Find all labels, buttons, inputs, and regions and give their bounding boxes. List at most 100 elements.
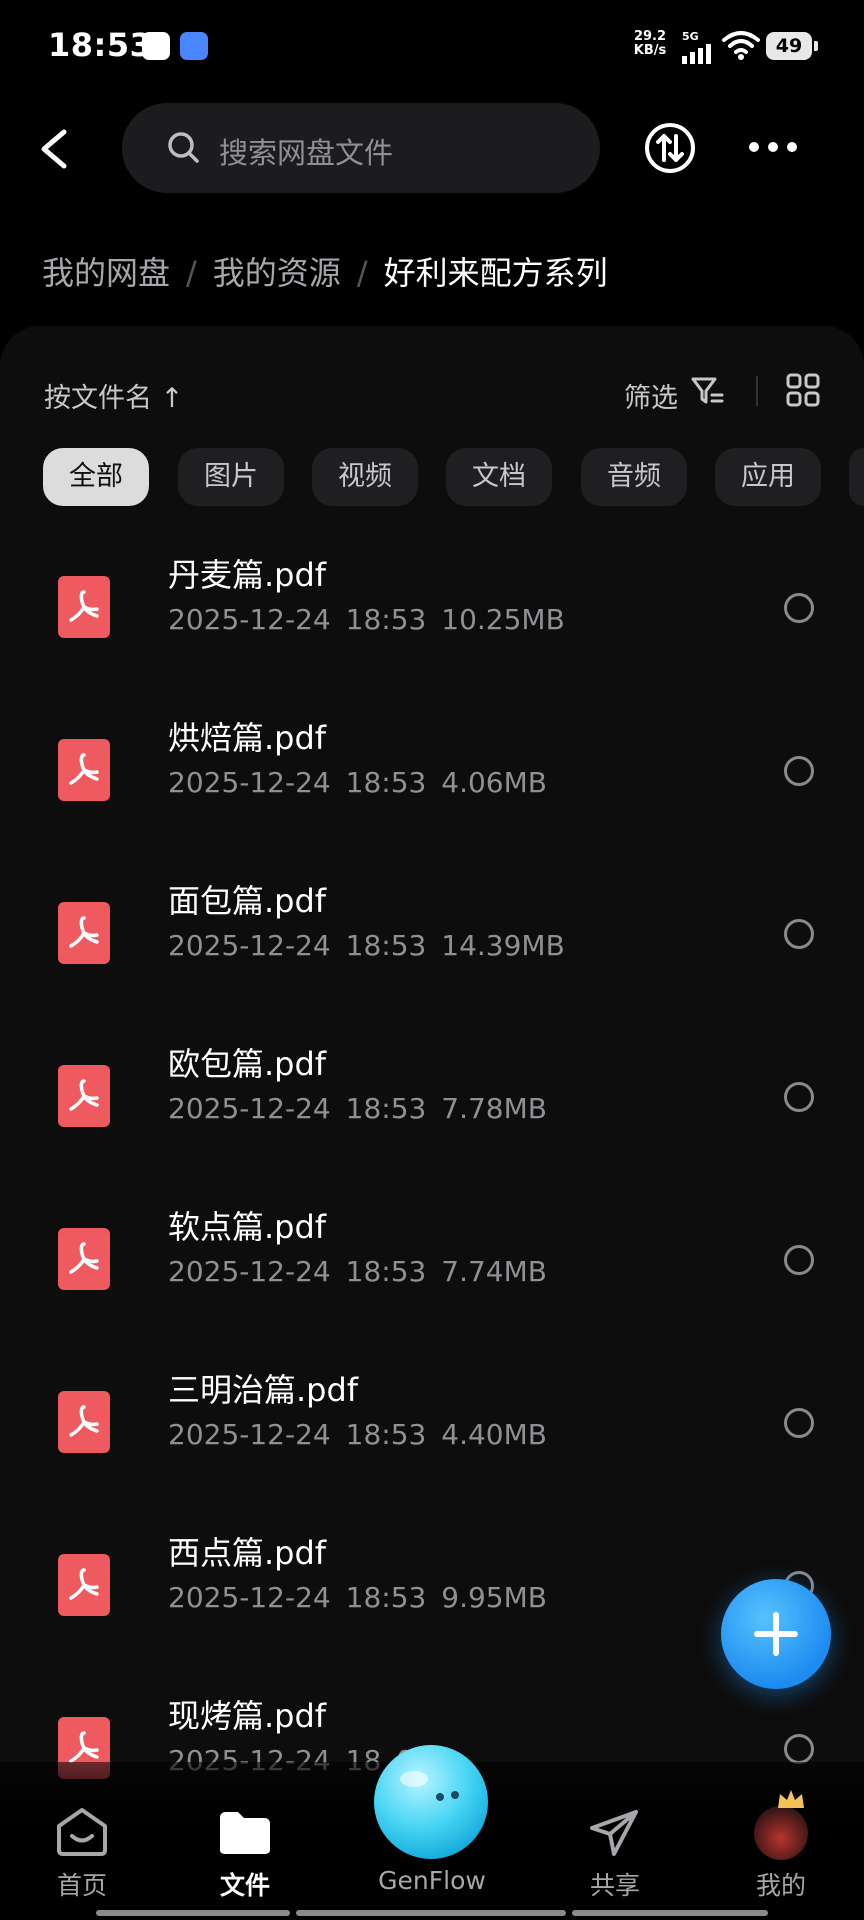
home-indicator bbox=[96, 1910, 768, 1916]
file-date: 2025-12-24 bbox=[168, 1581, 331, 1614]
folder-icon[interactable] bbox=[218, 1810, 272, 1856]
file-size: 7.74MB bbox=[441, 1255, 547, 1288]
select-radio[interactable] bbox=[784, 1734, 814, 1764]
breadcrumb-item[interactable]: 我的网盘 bbox=[42, 254, 170, 292]
file-size: 7.78MB bbox=[441, 1092, 547, 1125]
file-row[interactable]: 欧包篇.pdf 2025-12-24 18:53 7.78MB bbox=[0, 1029, 864, 1192]
search-icon bbox=[168, 132, 199, 163]
file-row[interactable]: 面包篇.pdf 2025-12-24 18:53 14.39MB bbox=[0, 866, 864, 1029]
file-name: 面包篇.pdf bbox=[168, 882, 327, 920]
pdf-file-icon bbox=[58, 1065, 110, 1127]
plus-icon bbox=[754, 1612, 798, 1656]
breadcrumb-separator: / bbox=[356, 254, 368, 292]
file-size: 9.95MB bbox=[441, 1581, 547, 1614]
nav-profile-label[interactable]: 我的 bbox=[721, 1866, 841, 1902]
pdf-file-icon bbox=[58, 739, 110, 801]
file-meta: 2025-12-24 18:53 7.74MB bbox=[168, 1255, 547, 1288]
toolbar-divider bbox=[756, 376, 758, 406]
select-radio[interactable] bbox=[784, 1245, 814, 1275]
network-speed-value: 29.2 bbox=[633, 29, 667, 44]
file-date: 2025-12-24 bbox=[168, 766, 331, 799]
file-name: 西点篇.pdf bbox=[168, 1534, 327, 1572]
file-time: 18:53 bbox=[345, 929, 427, 962]
chip-more-partial[interactable] bbox=[849, 448, 864, 506]
file-meta: 2025-12-24 18:53 4.06MB bbox=[168, 766, 547, 799]
file-date: 2025-12-24 bbox=[168, 603, 331, 636]
pdf-file-icon bbox=[58, 902, 110, 964]
notification-app-icon bbox=[180, 32, 208, 60]
file-size: 14.39MB bbox=[441, 929, 565, 962]
notification-app-icon bbox=[142, 32, 170, 60]
file-time: 18:53 bbox=[345, 766, 427, 799]
nav-home-label[interactable]: 首页 bbox=[22, 1866, 142, 1902]
add-button[interactable] bbox=[721, 1579, 831, 1689]
file-meta: 2025-12-24 18:53 10.25MB bbox=[168, 603, 565, 636]
file-time: 18:53 bbox=[345, 1418, 427, 1451]
sort-button[interactable]: 按文件名 ↑ bbox=[44, 376, 183, 415]
chip-apps[interactable]: 应用 bbox=[715, 448, 821, 506]
file-name: 烘焙篇.pdf bbox=[168, 719, 327, 757]
back-button[interactable] bbox=[30, 118, 80, 180]
file-meta: 2025-12-24 18:53 4.40MB bbox=[168, 1418, 547, 1451]
file-row[interactable]: 三明治篇.pdf 2025-12-24 18:53 4.40MB bbox=[0, 1355, 864, 1518]
file-date: 2025-12-24 bbox=[168, 929, 331, 962]
network-speed: 29.2 KB/s bbox=[630, 30, 670, 58]
chip-videos[interactable]: 视频 bbox=[312, 448, 418, 506]
breadcrumb-item[interactable]: 我的资源 bbox=[213, 254, 341, 292]
file-name: 丹麦篇.pdf bbox=[168, 556, 327, 594]
signal-icon bbox=[682, 44, 711, 64]
chip-images[interactable]: 图片 bbox=[178, 448, 284, 506]
status-time: 18:53 bbox=[48, 26, 153, 64]
select-radio[interactable] bbox=[784, 593, 814, 623]
search-placeholder: 搜索网盘文件 bbox=[219, 136, 394, 170]
file-size: 4.40MB bbox=[441, 1418, 547, 1451]
breadcrumb-separator: / bbox=[186, 254, 197, 292]
battery-indicator: 49 bbox=[766, 32, 818, 60]
chip-documents[interactable]: 文档 bbox=[446, 448, 552, 506]
file-time: 18:53 bbox=[345, 603, 427, 636]
file-time: 18:53 bbox=[345, 1255, 427, 1288]
wifi-icon bbox=[722, 31, 760, 60]
file-name: 现烤篇.pdf bbox=[168, 1697, 327, 1735]
file-date: 2025-12-24 bbox=[168, 1418, 331, 1451]
select-radio[interactable] bbox=[784, 756, 814, 786]
profile-avatar[interactable] bbox=[754, 1806, 808, 1860]
file-time: 18:53 bbox=[345, 1092, 427, 1125]
grid-view-toggle[interactable] bbox=[786, 373, 820, 407]
chip-audio[interactable]: 音频 bbox=[581, 448, 687, 506]
file-name: 三明治篇.pdf bbox=[168, 1371, 359, 1409]
pdf-file-icon bbox=[58, 576, 110, 638]
nav-files-label[interactable]: 文件 bbox=[185, 1866, 305, 1902]
file-meta: 2025-12-24 18:53 9.95MB bbox=[168, 1581, 547, 1614]
transfer-list-button[interactable] bbox=[644, 122, 696, 174]
file-row[interactable]: 软点篇.pdf 2025-12-24 18:53 7.74MB bbox=[0, 1192, 864, 1355]
file-time: 18:53 bbox=[345, 1581, 427, 1614]
more-options-button[interactable] bbox=[746, 132, 800, 162]
crown-icon bbox=[778, 1790, 804, 1808]
genflow-orb-icon[interactable] bbox=[374, 1745, 488, 1859]
filter-button[interactable]: 筛选 bbox=[624, 376, 678, 415]
home-icon[interactable] bbox=[55, 1806, 109, 1858]
pdf-file-icon bbox=[58, 1228, 110, 1290]
network-type: 5G bbox=[682, 30, 699, 43]
select-radio[interactable] bbox=[784, 919, 814, 949]
breadcrumb-current: 好利来配方系列 bbox=[383, 254, 608, 292]
pdf-file-icon bbox=[58, 1554, 110, 1616]
share-send-icon[interactable] bbox=[588, 1808, 640, 1858]
select-radio[interactable] bbox=[784, 1408, 814, 1438]
file-meta: 2025-12-24 18:53 7.78MB bbox=[168, 1092, 547, 1125]
file-size: 10.25MB bbox=[441, 603, 565, 636]
file-size: 4.06MB bbox=[441, 766, 547, 799]
file-row[interactable]: 丹麦篇.pdf 2025-12-24 18:53 10.25MB bbox=[0, 540, 864, 703]
chip-all[interactable]: 全部 bbox=[43, 448, 149, 506]
breadcrumb: 我的网盘 / 我的资源 / 好利来配方系列 bbox=[42, 248, 608, 294]
file-date: 2025-12-24 bbox=[168, 1255, 331, 1288]
nav-share-label[interactable]: 共享 bbox=[555, 1866, 675, 1902]
file-row[interactable]: 烘焙篇.pdf 2025-12-24 18:53 4.06MB bbox=[0, 703, 864, 866]
file-meta: 2025-12-24 18:53 14.39MB bbox=[168, 929, 565, 962]
nav-genflow-label[interactable]: GenFlow bbox=[370, 1866, 494, 1895]
file-name: 欧包篇.pdf bbox=[168, 1045, 327, 1083]
network-speed-unit: KB/s bbox=[633, 43, 667, 58]
select-radio[interactable] bbox=[784, 1082, 814, 1112]
filter-icon[interactable] bbox=[690, 375, 724, 407]
